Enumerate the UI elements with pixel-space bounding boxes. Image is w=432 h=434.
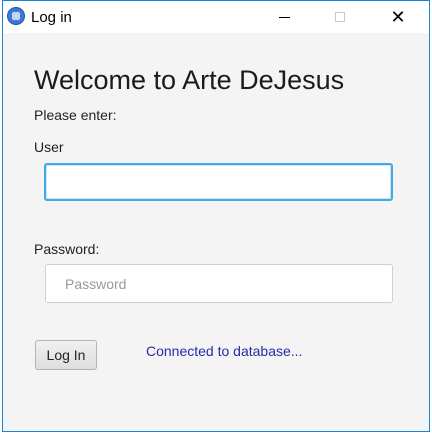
welcome-heading: Welcome to Arte DeJesus — [34, 65, 345, 95]
window-title: Log in — [31, 9, 72, 26]
user-input[interactable] — [44, 163, 393, 201]
login-button[interactable]: Log In — [35, 340, 97, 370]
connection-status: Connected to database... — [146, 343, 303, 359]
app-globe-icon — [7, 7, 25, 25]
password-label: Password: — [34, 241, 100, 257]
maximize-button — [317, 1, 363, 33]
maximize-icon — [335, 12, 345, 22]
user-label: User — [34, 139, 64, 155]
password-input[interactable] — [45, 264, 393, 303]
minimize-icon — [278, 16, 290, 18]
title-bar[interactable]: Log in ✕ — [3, 1, 429, 33]
prompt-label: Please enter: — [34, 107, 117, 123]
close-button[interactable]: ✕ — [375, 1, 421, 33]
login-window: Log in ✕ Welcome to Arte DeJesus Please … — [2, 0, 430, 432]
minimize-button[interactable] — [261, 1, 307, 33]
close-icon: ✕ — [390, 6, 406, 27]
